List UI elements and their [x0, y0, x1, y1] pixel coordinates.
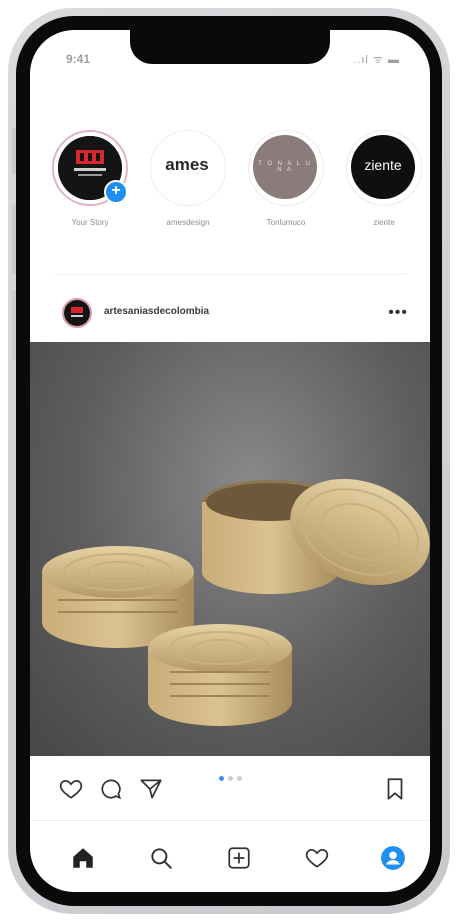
post-username[interactable]: artesaniasdecolombia — [104, 306, 209, 317]
post-image-woven-baskets[interactable] — [30, 342, 430, 756]
add-story-badge[interactable]: + — [104, 180, 128, 204]
story-amesdesign[interactable]: ames amesdesign — [148, 130, 228, 227]
story-ring: T O N A L U N A — [248, 130, 324, 206]
send-icon[interactable] — [138, 776, 164, 802]
story-ring: ames — [150, 130, 226, 206]
add-post-icon[interactable] — [226, 845, 252, 871]
bookmark-icon[interactable] — [384, 776, 406, 802]
ziente-logo: ziente — [351, 135, 415, 199]
status-time: 9:41 — [66, 52, 91, 66]
story-tonlumuco[interactable]: T O N A L U N A Tonlumuco — [246, 130, 326, 227]
search-icon[interactable] — [148, 845, 174, 871]
post-avatar[interactable] — [62, 298, 92, 328]
bottom-nav — [30, 820, 430, 891]
story-label: Your Story — [71, 218, 109, 227]
story-ring: + — [52, 130, 128, 206]
stories-divider — [54, 274, 406, 275]
profile-icon[interactable] — [380, 845, 406, 871]
story-ziente[interactable]: ziente ziente — [344, 130, 424, 227]
post-actions — [50, 776, 410, 812]
home-icon[interactable] — [70, 845, 96, 871]
app-screen: 9:41 ..ıl ᯤ ▬ + Your Story ames amesdesi… — [30, 30, 430, 892]
activity-heart-icon[interactable] — [304, 845, 330, 871]
story-label: ziente — [373, 218, 395, 227]
story-ring: ziente — [346, 130, 422, 206]
story-your-story[interactable]: + Your Story — [50, 130, 130, 227]
stories-tray: + Your Story ames amesdesign T O N A L U… — [30, 130, 430, 250]
tonaluna-logo-text: T O N A L U N A — [258, 161, 312, 173]
tonaluna-logo: T O N A L U N A — [253, 135, 317, 199]
post-header: artesaniasdecolombia ••• — [30, 290, 430, 338]
heart-icon[interactable] — [58, 776, 84, 802]
story-label: amesdesign — [166, 218, 210, 227]
woven-baskets-image — [42, 478, 430, 726]
more-horizontal-icon[interactable]: ••• — [388, 304, 408, 322]
ames-logo: ames — [155, 135, 219, 199]
story-label: Tonlumuco — [266, 218, 306, 227]
status-icons: ..ıl ᯤ ▬ — [353, 54, 400, 66]
notch — [130, 30, 330, 64]
ames-logo-text: ames — [165, 155, 209, 174]
ziente-logo-text: ziente — [364, 157, 402, 173]
comment-icon[interactable] — [98, 776, 124, 802]
artesanias-avatar-icon — [64, 300, 90, 326]
